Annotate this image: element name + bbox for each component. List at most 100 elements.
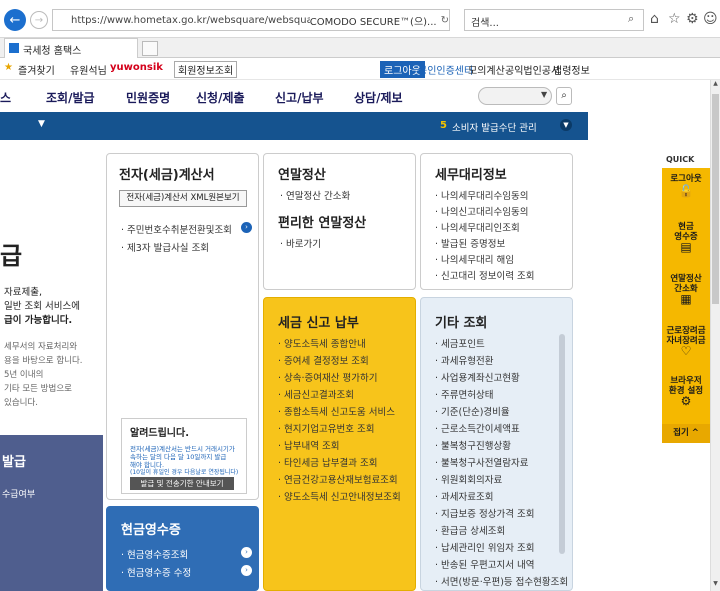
list-item[interactable]: · 불복청구사전열람자료 xyxy=(435,455,528,469)
tab-title: 국세청 홈택스 xyxy=(23,46,82,57)
intro-line: 자료제출, xyxy=(4,287,42,298)
list-item[interactable]: · 나의세무대리인조회 xyxy=(435,220,520,234)
tab-hometax[interactable]: 국세청 홈택스 xyxy=(4,38,138,58)
quick-cash-receipt[interactable]: 현금 영수증 ▤ xyxy=(662,222,710,253)
search-input[interactable]: 검색... xyxy=(464,9,644,31)
nav-item-civil[interactable]: 민원증명 xyxy=(126,89,170,106)
banner-number: 5 xyxy=(440,120,447,131)
cash-receipt-card: 현금영수증 · 현금영수증조회 › · 현금영수증 수정 › xyxy=(106,506,259,591)
quick-menu: 로그아웃 🔓 현금 영수증 ▤ 연말정산 간소화 ▦ 근로장려금 자녀장려금 ♡ 브라우… xyxy=(662,168,710,443)
deadline-guide-button[interactable]: 발급 및 전송기한 안내보기 xyxy=(130,477,234,490)
list-item[interactable]: · 나의세무대리수임동의 xyxy=(435,188,528,202)
chevron-down-icon[interactable]: ▼ xyxy=(541,90,547,99)
new-tab-button[interactable] xyxy=(142,41,158,56)
back-button[interactable]: ← xyxy=(4,9,26,31)
list-item[interactable]: · 주민번호수취분전환및조회 xyxy=(121,222,232,236)
mock-calc-link[interactable]: 모의계산 xyxy=(468,62,505,77)
list-item[interactable]: · 서면(방문·우편)등 접수현황조회 xyxy=(435,574,568,588)
law-info-link[interactable]: 법령정보 xyxy=(553,62,590,77)
list-item[interactable]: · 상속·증여재산 평가하기 xyxy=(278,370,378,384)
quick-browser-settings[interactable]: 브라우저 환경 설정 ⚙ xyxy=(662,376,710,408)
list-item[interactable]: · 양도소득세 신고안내정보조회 xyxy=(278,489,401,503)
list-item[interactable]: · 나의신고대리수임동의 xyxy=(435,204,528,218)
security-label[interactable]: COMODO SECURE™(으)... xyxy=(310,13,437,28)
intro-line: 급이 가능합니다. xyxy=(4,315,73,326)
list-item[interactable]: · 환급금 상세조회 xyxy=(435,523,505,537)
chevron-right-icon[interactable]: › xyxy=(241,565,252,576)
chevron-down-icon[interactable]: ▼ xyxy=(38,119,45,129)
notice-text: (10일이 휴일인 경우 다음날로 연장됩니다) xyxy=(130,469,239,476)
list-item[interactable]: · 기준(단순)경비율 xyxy=(435,404,510,418)
list-item[interactable]: · 불복청구진행상황 xyxy=(435,438,511,452)
list-item[interactable]: · 세금포인트 xyxy=(435,336,485,350)
list-item[interactable]: · 과세유형전환 xyxy=(435,353,494,367)
favorites-star-icon[interactable]: ★ xyxy=(4,62,13,73)
nav-item-partial[interactable]: 스 xyxy=(0,89,11,106)
list-item[interactable]: · 연금건강고용산재보험료조회 xyxy=(278,472,398,486)
chevron-right-icon[interactable]: › xyxy=(241,222,252,233)
list-item[interactable]: · 제3자 발급사실 조회 xyxy=(121,240,209,254)
url-text[interactable]: https://www.hometax.go.kr/websquare/webs… xyxy=(53,15,310,26)
card-title: 연말정산 xyxy=(278,168,326,183)
banner-text[interactable]: 소비자 발급수단 관리 xyxy=(452,120,537,134)
member-info-button[interactable]: 회원정보조회 xyxy=(174,61,238,78)
list-item[interactable]: · 나의세무대리 해임 xyxy=(435,252,514,266)
nav-item-consult[interactable]: 상담/제보 xyxy=(354,89,403,106)
card-title: 전자(세금)계산서 xyxy=(119,168,215,183)
document-icon: ▦ xyxy=(680,292,692,306)
list-item[interactable]: · 위원회회의자료 xyxy=(435,472,502,486)
forward-button[interactable]: → xyxy=(30,11,48,29)
page-scrollbar[interactable]: ▲ ▼ xyxy=(710,80,720,591)
chevron-down-icon[interactable]: ▼ xyxy=(712,580,719,590)
list-item[interactable]: · 현지기업고유번호 조회 xyxy=(278,421,374,435)
card-scrollbar[interactable] xyxy=(559,334,565,554)
refresh-icon[interactable]: ↻ xyxy=(441,15,449,26)
chevron-up-icon[interactable]: ▲ xyxy=(712,80,719,90)
quick-year-end[interactable]: 연말정산 간소화 ▦ xyxy=(662,274,710,306)
list-item[interactable]: · 양도소득세 종합안내 xyxy=(278,336,366,350)
gear-icon: ⚙ xyxy=(680,394,692,408)
browser-address-bar: ← → https://www.hometax.go.kr/websquare/… xyxy=(0,0,720,38)
quick-incentive[interactable]: 근로장려금 자녀장려금 ♡ xyxy=(662,326,710,357)
quick-close-button[interactable]: 접기 ^ xyxy=(662,424,710,443)
home-icon[interactable]: ⌂ xyxy=(650,11,659,27)
list-item[interactable]: · 증여세 결정정보 조회 xyxy=(278,353,369,367)
favorites-star-icon[interactable]: ☆ xyxy=(668,11,681,27)
nav-item-inquiry[interactable]: 조회/발급 xyxy=(46,89,95,106)
xml-view-button[interactable]: 전자(세금)계산서 XML원본보기 xyxy=(119,190,247,207)
favorites-label[interactable]: 즐겨찾기 xyxy=(18,62,55,77)
list-item[interactable]: · 종합소득세 신고도움 서비스 xyxy=(278,404,395,418)
search-icon[interactable]: ⌕ xyxy=(556,87,572,105)
search-icon[interactable]: ⌕ xyxy=(628,12,634,26)
list-item[interactable]: · 신고대리 정보이력 조회 xyxy=(435,268,535,282)
quick-logout[interactable]: 로그아웃 🔓 xyxy=(662,174,710,197)
nav-item-apply[interactable]: 신청/제출 xyxy=(196,89,245,106)
list-item[interactable]: · 세금신고결과조회 xyxy=(278,387,354,401)
smiley-icon[interactable]: ☺ xyxy=(703,11,718,27)
list-item[interactable]: · 주류면허상태 xyxy=(435,387,494,401)
list-item[interactable]: · 연말정산 간소화 xyxy=(280,188,350,202)
list-item[interactable]: · 사업용계좌신고현황 xyxy=(435,370,520,384)
chevron-down-icon[interactable]: ▼ xyxy=(560,119,572,131)
list-item[interactable]: · 현금영수증조회 xyxy=(121,547,188,561)
list-item[interactable]: · 발급된 증명정보 xyxy=(435,236,505,250)
scrollbar-thumb[interactable] xyxy=(712,94,719,304)
cert-center-link[interactable]: 공인인증센터 xyxy=(418,62,473,77)
notice-title: 알려드립니다. xyxy=(130,428,189,439)
list-item[interactable]: · 납세관리인 위임자 조회 xyxy=(435,540,535,554)
list-item[interactable]: · 근로소득간이세액표 xyxy=(435,421,520,435)
quick-label: QUICK xyxy=(666,155,695,164)
list-item[interactable]: · 납부내역 조회 xyxy=(278,438,340,452)
public-corp-link[interactable]: 공익법인공시 xyxy=(505,62,560,77)
list-item[interactable]: · 현금영수증 수정 xyxy=(121,565,191,579)
list-item[interactable]: · 타인세금 납부결과 조회 xyxy=(278,455,378,469)
dark-promo-card[interactable]: 발급 수급여부 xyxy=(0,435,103,591)
list-item[interactable]: · 반송된 우편고지서 내역 xyxy=(435,557,535,571)
nav-item-report[interactable]: 신고/납부 xyxy=(275,89,324,106)
gear-icon[interactable]: ⚙ xyxy=(686,11,699,27)
chevron-right-icon[interactable]: › xyxy=(241,547,252,558)
list-item[interactable]: · 지급보증 정상가격 조회 xyxy=(435,506,535,520)
list-item[interactable]: · 과세자료조회 xyxy=(435,489,494,503)
list-item[interactable]: · 바로가기 xyxy=(280,236,321,250)
url-bar[interactable]: https://www.hometax.go.kr/websquare/webs… xyxy=(52,9,450,31)
